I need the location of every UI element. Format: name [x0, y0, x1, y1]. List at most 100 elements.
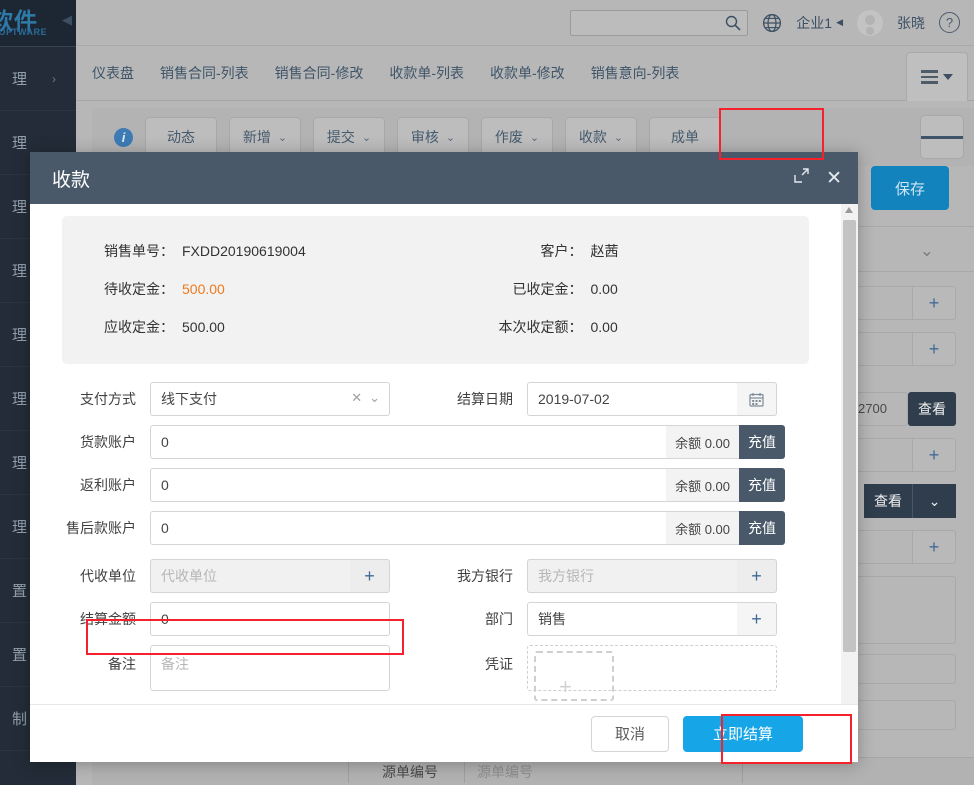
tab-dashboard[interactable]: 仪表盘 — [92, 63, 134, 83]
help-icon[interactable]: ? — [939, 12, 960, 33]
tab-overflow-button[interactable] — [906, 52, 968, 101]
tab-receipt-list[interactable]: 收款单-列表 — [389, 63, 464, 83]
avatar[interactable] — [857, 9, 883, 36]
expand-icon[interactable] — [793, 167, 810, 189]
rebate-account-input[interactable]: 0 — [150, 468, 667, 502]
form-row-collect-unit: 代收单位 代收单位 + 我方银行 我方银行 + — [62, 559, 809, 593]
save-button[interactable]: 保存 — [871, 166, 949, 210]
view-button[interactable]: 查看 — [908, 392, 956, 426]
add-button[interactable]: + — [912, 332, 956, 366]
bg-input-field[interactable] — [851, 700, 956, 730]
sidebar-item-0[interactable]: 理 › — [0, 47, 76, 111]
scrollbar-thumb[interactable] — [843, 220, 856, 652]
modal-scrollbar[interactable] — [841, 204, 858, 704]
tab-receipt-edit[interactable]: 收款单-修改 — [490, 63, 565, 83]
department-add-button[interactable]: + — [737, 602, 777, 636]
aftersale-account-recharge-button[interactable]: 充值 — [739, 511, 785, 545]
toolbar-button-audit[interactable]: 审核 ⌄ — [397, 117, 469, 157]
tab-sales-contract-list[interactable]: 销售合同-列表 — [160, 63, 249, 83]
enterprise-selector[interactable]: 企业1 ◀ — [796, 13, 843, 33]
goods-account-balance: 余额 0.00 — [666, 425, 739, 459]
add-button[interactable]: + — [912, 530, 956, 564]
toolbar-button-submit[interactable]: 提交 ⌄ — [313, 117, 385, 157]
bg-input[interactable] — [852, 332, 912, 366]
voucher-upload-slot[interactable] — [534, 651, 614, 701]
caret-left-icon: ◀ — [836, 17, 843, 27]
aftersale-account-input[interactable]: 0 — [150, 511, 667, 545]
summary-item-pending-deposit: 待收定金： 500.00 — [62, 270, 436, 308]
our-bank-input[interactable]: 我方银行 — [527, 559, 737, 593]
sidebar-item-label: 理 — [11, 391, 27, 408]
bg-amount-value[interactable]: 2700 — [853, 392, 908, 426]
bg-bottom-placeholder[interactable]: 源单编号 — [477, 762, 533, 782]
globe-icon[interactable] — [762, 13, 782, 33]
department-input[interactable]: 销售 — [527, 602, 737, 636]
collect-unit-add-button[interactable]: + — [350, 559, 390, 593]
bg-input[interactable] — [852, 438, 912, 472]
scroll-up-arrow-icon[interactable] — [845, 207, 853, 213]
bg-input[interactable] — [852, 286, 912, 320]
toolbar-more-button[interactable] — [920, 115, 964, 159]
cancel-button[interactable]: 取消 — [591, 715, 669, 752]
settle-now-button[interactable]: 立即结算 — [683, 715, 803, 752]
summary-value: 500.00 — [182, 281, 225, 297]
rebate-account-recharge-button[interactable]: 充值 — [739, 468, 785, 502]
bg-field-row-3: 2700 查看 — [853, 392, 956, 426]
toolbar-button-receive-payment[interactable]: 收款 ⌄ — [565, 117, 637, 157]
summary-item-customer: 客户： 赵茜 — [436, 232, 810, 270]
info-icon[interactable]: i — [114, 127, 133, 147]
bg-input-field[interactable] — [851, 654, 956, 684]
summary-value: FXDD20190619004 — [182, 243, 306, 259]
settle-amount-field[interactable]: 0 — [150, 602, 390, 636]
sidebar-collapse-icon[interactable]: ◀ — [62, 12, 72, 28]
toolbar-button-dynamic[interactable]: 动态 — [145, 117, 217, 157]
search-input[interactable] — [570, 9, 749, 36]
add-button[interactable]: + — [912, 438, 956, 472]
button-label: 作废 — [494, 129, 523, 145]
bg-input[interactable] — [852, 530, 912, 564]
voucher-upload-area[interactable]: + — [527, 645, 777, 701]
remark-label: 备注 — [108, 656, 136, 672]
bg-field-row-2: + — [852, 332, 956, 366]
remark-field[interactable]: 备注 — [150, 645, 390, 691]
rebate-account-field: 0 余额 0.00 充值 — [150, 468, 785, 502]
settle-date-field[interactable]: 2019-07-02 — [527, 382, 777, 416]
summary-label: 应收定金： — [104, 319, 174, 335]
view-button[interactable]: 查看 — [864, 484, 912, 518]
collect-unit-input[interactable]: 代收单位 — [150, 559, 350, 593]
add-button[interactable]: + — [912, 286, 956, 320]
chevron-down-icon[interactable]: ⌄ — [369, 390, 380, 406]
toolbar-button-add[interactable]: 新增 ⌄ — [229, 117, 301, 157]
chevron-down-icon[interactable]: ⌄ — [912, 484, 956, 518]
modal-body: 销售单号： FXDD20190619004 客户： 赵茜 待收定金： 500.0… — [30, 204, 858, 704]
remark-textarea[interactable]: 备注 — [150, 645, 390, 691]
modal-footer: 取消 立即结算 — [30, 704, 858, 762]
app-logo[interactable]: 软件 SOFTWARE ◀ — [0, 0, 76, 46]
pay-method-select[interactable]: 线下支付 ✕ ⌄ — [150, 382, 390, 416]
calendar-icon[interactable] — [737, 382, 777, 416]
sidebar-item-label: 制 — [11, 711, 27, 728]
bg-textarea[interactable] — [851, 576, 956, 644]
bg-field-row-5: 查看 ⌄ — [864, 484, 956, 518]
goods-account-recharge-button[interactable]: 充值 — [739, 425, 785, 459]
form-row-pay-method: 支付方式 线下支付 ✕ ⌄ 结算日期 2019-07-02 — [62, 382, 809, 416]
pay-method-label: 支付方式 — [80, 391, 136, 407]
user-name[interactable]: 张晓 — [897, 13, 925, 33]
settle-amount-input[interactable]: 0 — [150, 602, 390, 636]
tab-bar: 仪表盘 销售合同-列表 销售合同-修改 收款单-列表 收款单-修改 销售意向-列… — [76, 46, 974, 101]
goods-account-input[interactable]: 0 — [150, 425, 667, 459]
close-icon[interactable]: ✕ — [826, 167, 842, 190]
toolbar-button-complete-order[interactable]: 成单 — [649, 117, 721, 157]
chevron-down-icon: ⌄ — [361, 131, 372, 144]
clear-icon[interactable]: ✕ — [351, 390, 362, 406]
tab-sales-contract-edit[interactable]: 销售合同-修改 — [275, 63, 364, 83]
chevron-down-icon: ⌄ — [277, 131, 288, 144]
sidebar-item-label: 理 — [11, 199, 27, 216]
summary-item-received-deposit: 已收定金： 0.00 — [436, 270, 810, 308]
toolbar-button-void[interactable]: 作废 ⌄ — [481, 117, 553, 157]
payment-modal: 收款 ✕ 销售单号： FXDD20190619004 客户： 赵茜 待收定金： … — [30, 152, 858, 762]
tab-sales-intent-list[interactable]: 销售意向-列表 — [591, 63, 680, 83]
bg-field-row-1: + — [852, 286, 956, 320]
our-bank-add-button[interactable]: + — [737, 559, 777, 593]
settle-date-value: 2019-07-02 — [527, 382, 737, 416]
